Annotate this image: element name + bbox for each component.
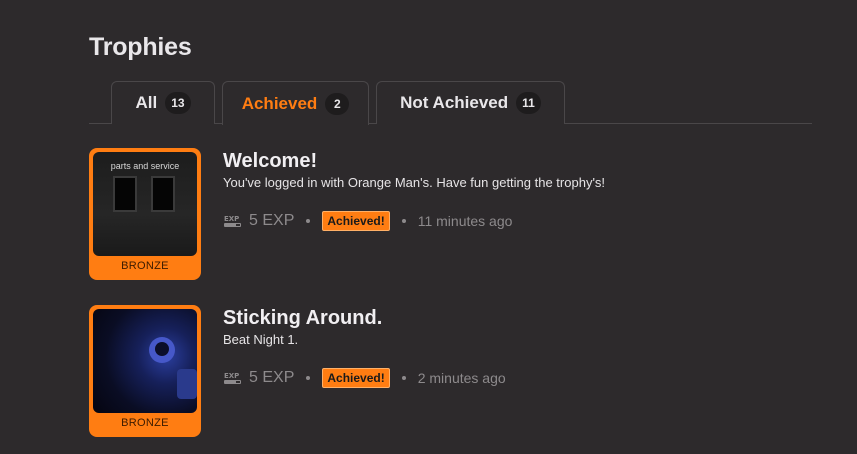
trophy-tabs: All 13 Achieved 2 Not Achieved 11 [89,81,812,125]
trophy-title: Welcome! [223,150,318,172]
trophy-meta: EXP 5 EXP Achieved! 11 minutes ago [223,210,512,232]
trophy-title: Sticking Around. [223,307,383,329]
separator-dot [401,219,406,223]
trophy-meta: EXP 5 EXP Achieved! 2 minutes ago [223,367,506,389]
svg-text:EXP: EXP [224,372,239,380]
trophy-image-caption: parts and service [110,161,180,171]
trophy-description: You've logged in with Orange Man's. Have… [223,175,606,190]
door-right-shape [151,176,175,212]
shadow-shape [177,369,197,399]
tab-achieved[interactable]: Achieved 2 [222,81,369,125]
trophy-image: parts and service [93,152,197,256]
tab-all-label: All [135,93,158,112]
trophy-exp: 5 EXP [249,369,295,386]
trophy-exp: 5 EXP [249,212,295,229]
trophy-description: Beat Night 1. [223,332,299,347]
tab-not-achieved-label: Not Achieved [400,93,509,112]
svg-text:EXP: EXP [224,215,239,223]
achieved-badge: Achieved! [322,368,390,388]
tab-not-achieved[interactable]: Not Achieved 11 [376,81,565,124]
door-left-shape [113,176,137,212]
separator-dot [306,376,311,380]
tab-all-count: 13 [165,92,191,114]
trophy-badge[interactable]: parts and service BRONZE [89,148,201,280]
trophy-item: BRONZE Sticking Around. Beat Night 1. EX… [89,305,812,440]
tab-all[interactable]: All 13 [111,81,215,124]
trophy-time: 2 minutes ago [417,370,506,386]
exp-icon: EXP [224,215,241,227]
separator-dot [306,219,311,223]
tab-not-achieved-count: 11 [516,92,541,114]
trophy-time: 11 minutes ago [417,213,513,229]
trophy-tier: BRONZE [121,417,169,429]
trophy-item: parts and service BRONZE Welcome! You've… [89,148,812,283]
trophy-image [93,309,197,413]
page-title: Trophies [89,33,192,61]
trophy-tier: BRONZE [121,260,169,272]
separator-dot [401,376,406,380]
achieved-badge: Achieved! [322,211,390,231]
trophy-badge[interactable]: BRONZE [89,305,201,437]
tab-achieved-count: 2 [325,92,350,115]
eye-pupil-shape [155,342,169,356]
exp-icon: EXP [224,372,241,384]
tab-achieved-label: Achieved [241,93,318,113]
